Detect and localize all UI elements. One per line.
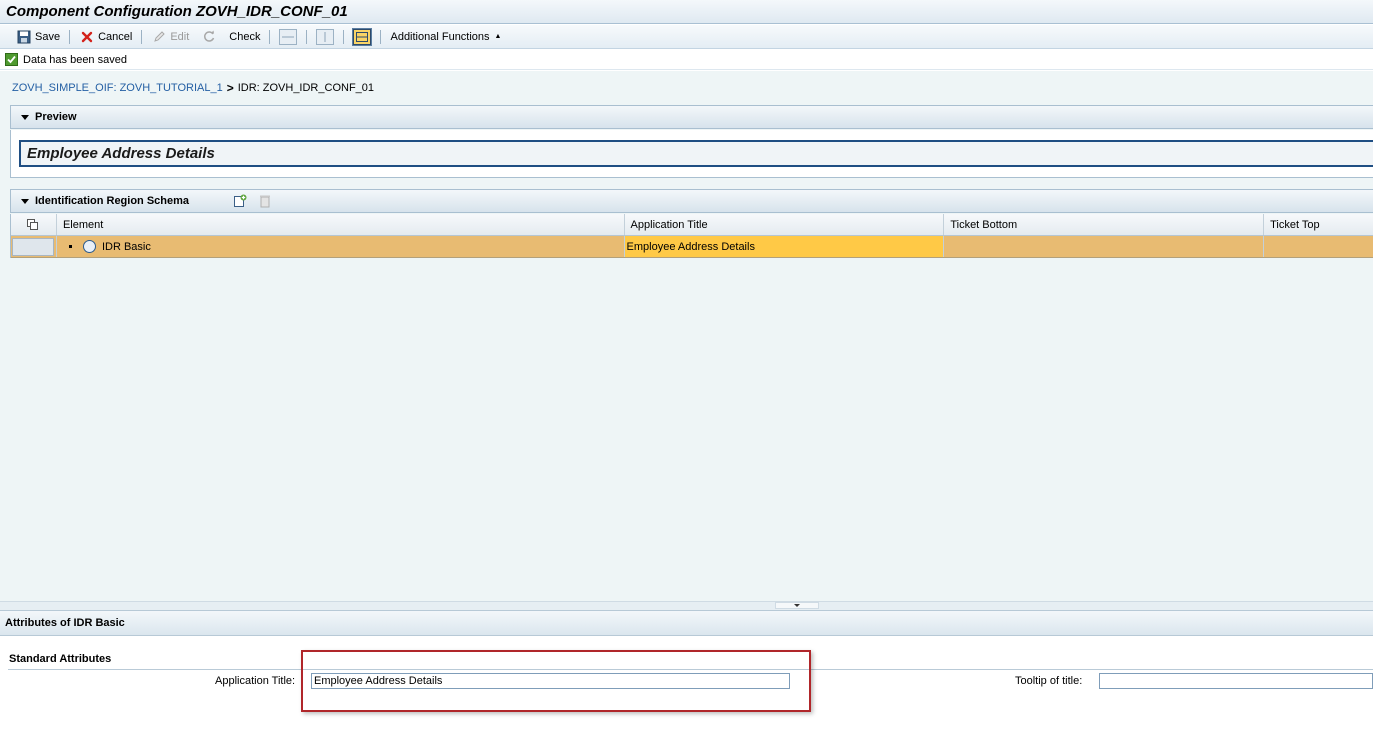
- toolbar-separator: [306, 29, 308, 44]
- check-button[interactable]: Check: [223, 27, 266, 47]
- main-area: ZOVH_SIMPLE_OIF: ZOVH_TUTORIAL_1 > IDR: …: [0, 71, 1373, 601]
- select-all-icon: [27, 218, 39, 230]
- success-check-icon: [5, 53, 18, 66]
- layout-split-button[interactable]: [347, 27, 377, 47]
- standard-attributes-heading: Standard Attributes: [9, 653, 112, 665]
- tree-bullet-icon: [68, 245, 72, 248]
- toolbar-separator: [343, 29, 345, 44]
- column-header-ticket-top[interactable]: Ticket Top: [1264, 214, 1373, 235]
- floppy-disk-icon: [16, 29, 32, 45]
- highlight-annotation-box: [301, 650, 811, 712]
- layout-vertical-icon: [316, 28, 335, 45]
- breadcrumb-separator: >: [226, 81, 234, 95]
- toolbar-separator: [141, 29, 143, 44]
- attributes-panel-body: Standard Attributes Application Title: T…: [0, 637, 1373, 733]
- pencil-icon: [151, 29, 167, 45]
- preview-application-title-box: Employee Address Details: [19, 140, 1373, 167]
- toolbar-separator: [380, 29, 382, 44]
- preview-panel-header[interactable]: Preview: [10, 105, 1373, 129]
- row-selector-box: [12, 237, 55, 256]
- column-header-element[interactable]: Element: [57, 214, 625, 235]
- close-icon: [79, 29, 95, 45]
- preview-panel-body: Employee Address Details: [10, 130, 1373, 178]
- edit-label: Edit: [170, 30, 190, 43]
- cancel-label: Cancel: [98, 30, 133, 43]
- layout-split-icon: [352, 27, 373, 46]
- toolbar-separator: [69, 29, 71, 44]
- save-button[interactable]: Save: [10, 27, 66, 47]
- toolbar: Save Cancel Edit Check Additional Functi…: [0, 25, 1373, 49]
- tooltip-label: Tooltip of title:: [1015, 675, 1083, 687]
- schema-panel-title: Identification Region Schema: [35, 195, 190, 207]
- element-name: IDR Basic: [101, 240, 151, 253]
- row-selector[interactable]: [11, 236, 57, 257]
- column-header-ticket-bottom[interactable]: Ticket Bottom: [944, 214, 1265, 235]
- application-title-label: Application Title:: [215, 675, 296, 687]
- message-bar: Data has been saved: [0, 50, 1373, 70]
- breadcrumb-link[interactable]: ZOVH_SIMPLE_OIF: ZOVH_TUTORIAL_1: [12, 82, 223, 94]
- delete-element-icon[interactable]: [259, 194, 271, 208]
- additional-functions-button[interactable]: Additional Functions ▲: [384, 27, 507, 47]
- preview-application-title: Employee Address Details: [27, 145, 215, 162]
- additional-functions-label: Additional Functions: [390, 30, 490, 43]
- collapse-triangle-icon: [21, 114, 29, 120]
- tooltip-input[interactable]: [1099, 673, 1373, 689]
- breadcrumb: ZOVH_SIMPLE_OIF: ZOVH_TUTORIAL_1 > IDR: …: [12, 81, 374, 95]
- splitter-handle[interactable]: [775, 602, 819, 609]
- save-label: Save: [35, 30, 61, 43]
- cancel-button[interactable]: Cancel: [73, 27, 138, 47]
- chevron-down-icon: [794, 604, 800, 607]
- edit-button[interactable]: Edit: [145, 27, 195, 47]
- element-cell[interactable]: IDR Basic: [57, 236, 625, 257]
- page-title: Component Configuration ZOVH_IDR_CONF_01: [6, 3, 348, 20]
- application-title-cell[interactable]: Employee Address Details: [624, 236, 945, 257]
- table-row[interactable]: IDR Basic Employee Address Details: [11, 236, 1373, 258]
- preview-panel-title: Preview: [35, 111, 77, 123]
- table-header-row: Element Application Title Ticket Bottom …: [11, 214, 1373, 236]
- toolbar-separator: [269, 29, 271, 44]
- schema-panel-header[interactable]: Identification Region Schema: [10, 189, 1373, 213]
- status-message: Data has been saved: [23, 53, 127, 66]
- schema-table: Element Application Title Ticket Bottom …: [10, 214, 1373, 258]
- title-bar: Component Configuration ZOVH_IDR_CONF_01: [0, 0, 1373, 24]
- breadcrumb-current: IDR: ZOVH_IDR_CONF_01: [237, 82, 375, 94]
- triangle-up-icon: ▲: [494, 33, 502, 40]
- select-all-button[interactable]: [11, 214, 57, 235]
- refresh-button[interactable]: [195, 27, 223, 47]
- layout-vertical-button[interactable]: [310, 27, 340, 47]
- splitter[interactable]: [0, 601, 1373, 610]
- ticket-top-cell[interactable]: [1264, 236, 1373, 257]
- add-element-icon[interactable]: [233, 194, 247, 208]
- layout-horizontal-icon: [279, 28, 298, 45]
- refresh-icon: [201, 29, 217, 45]
- element-node-icon: [82, 240, 96, 253]
- column-header-application-title[interactable]: Application Title: [625, 214, 945, 235]
- ticket-bottom-cell[interactable]: [944, 236, 1265, 257]
- check-label: Check: [229, 30, 261, 43]
- collapse-triangle-icon: [21, 198, 29, 204]
- attributes-panel-header: Attributes of IDR Basic: [0, 610, 1373, 636]
- layout-horizontal-button[interactable]: [273, 27, 303, 47]
